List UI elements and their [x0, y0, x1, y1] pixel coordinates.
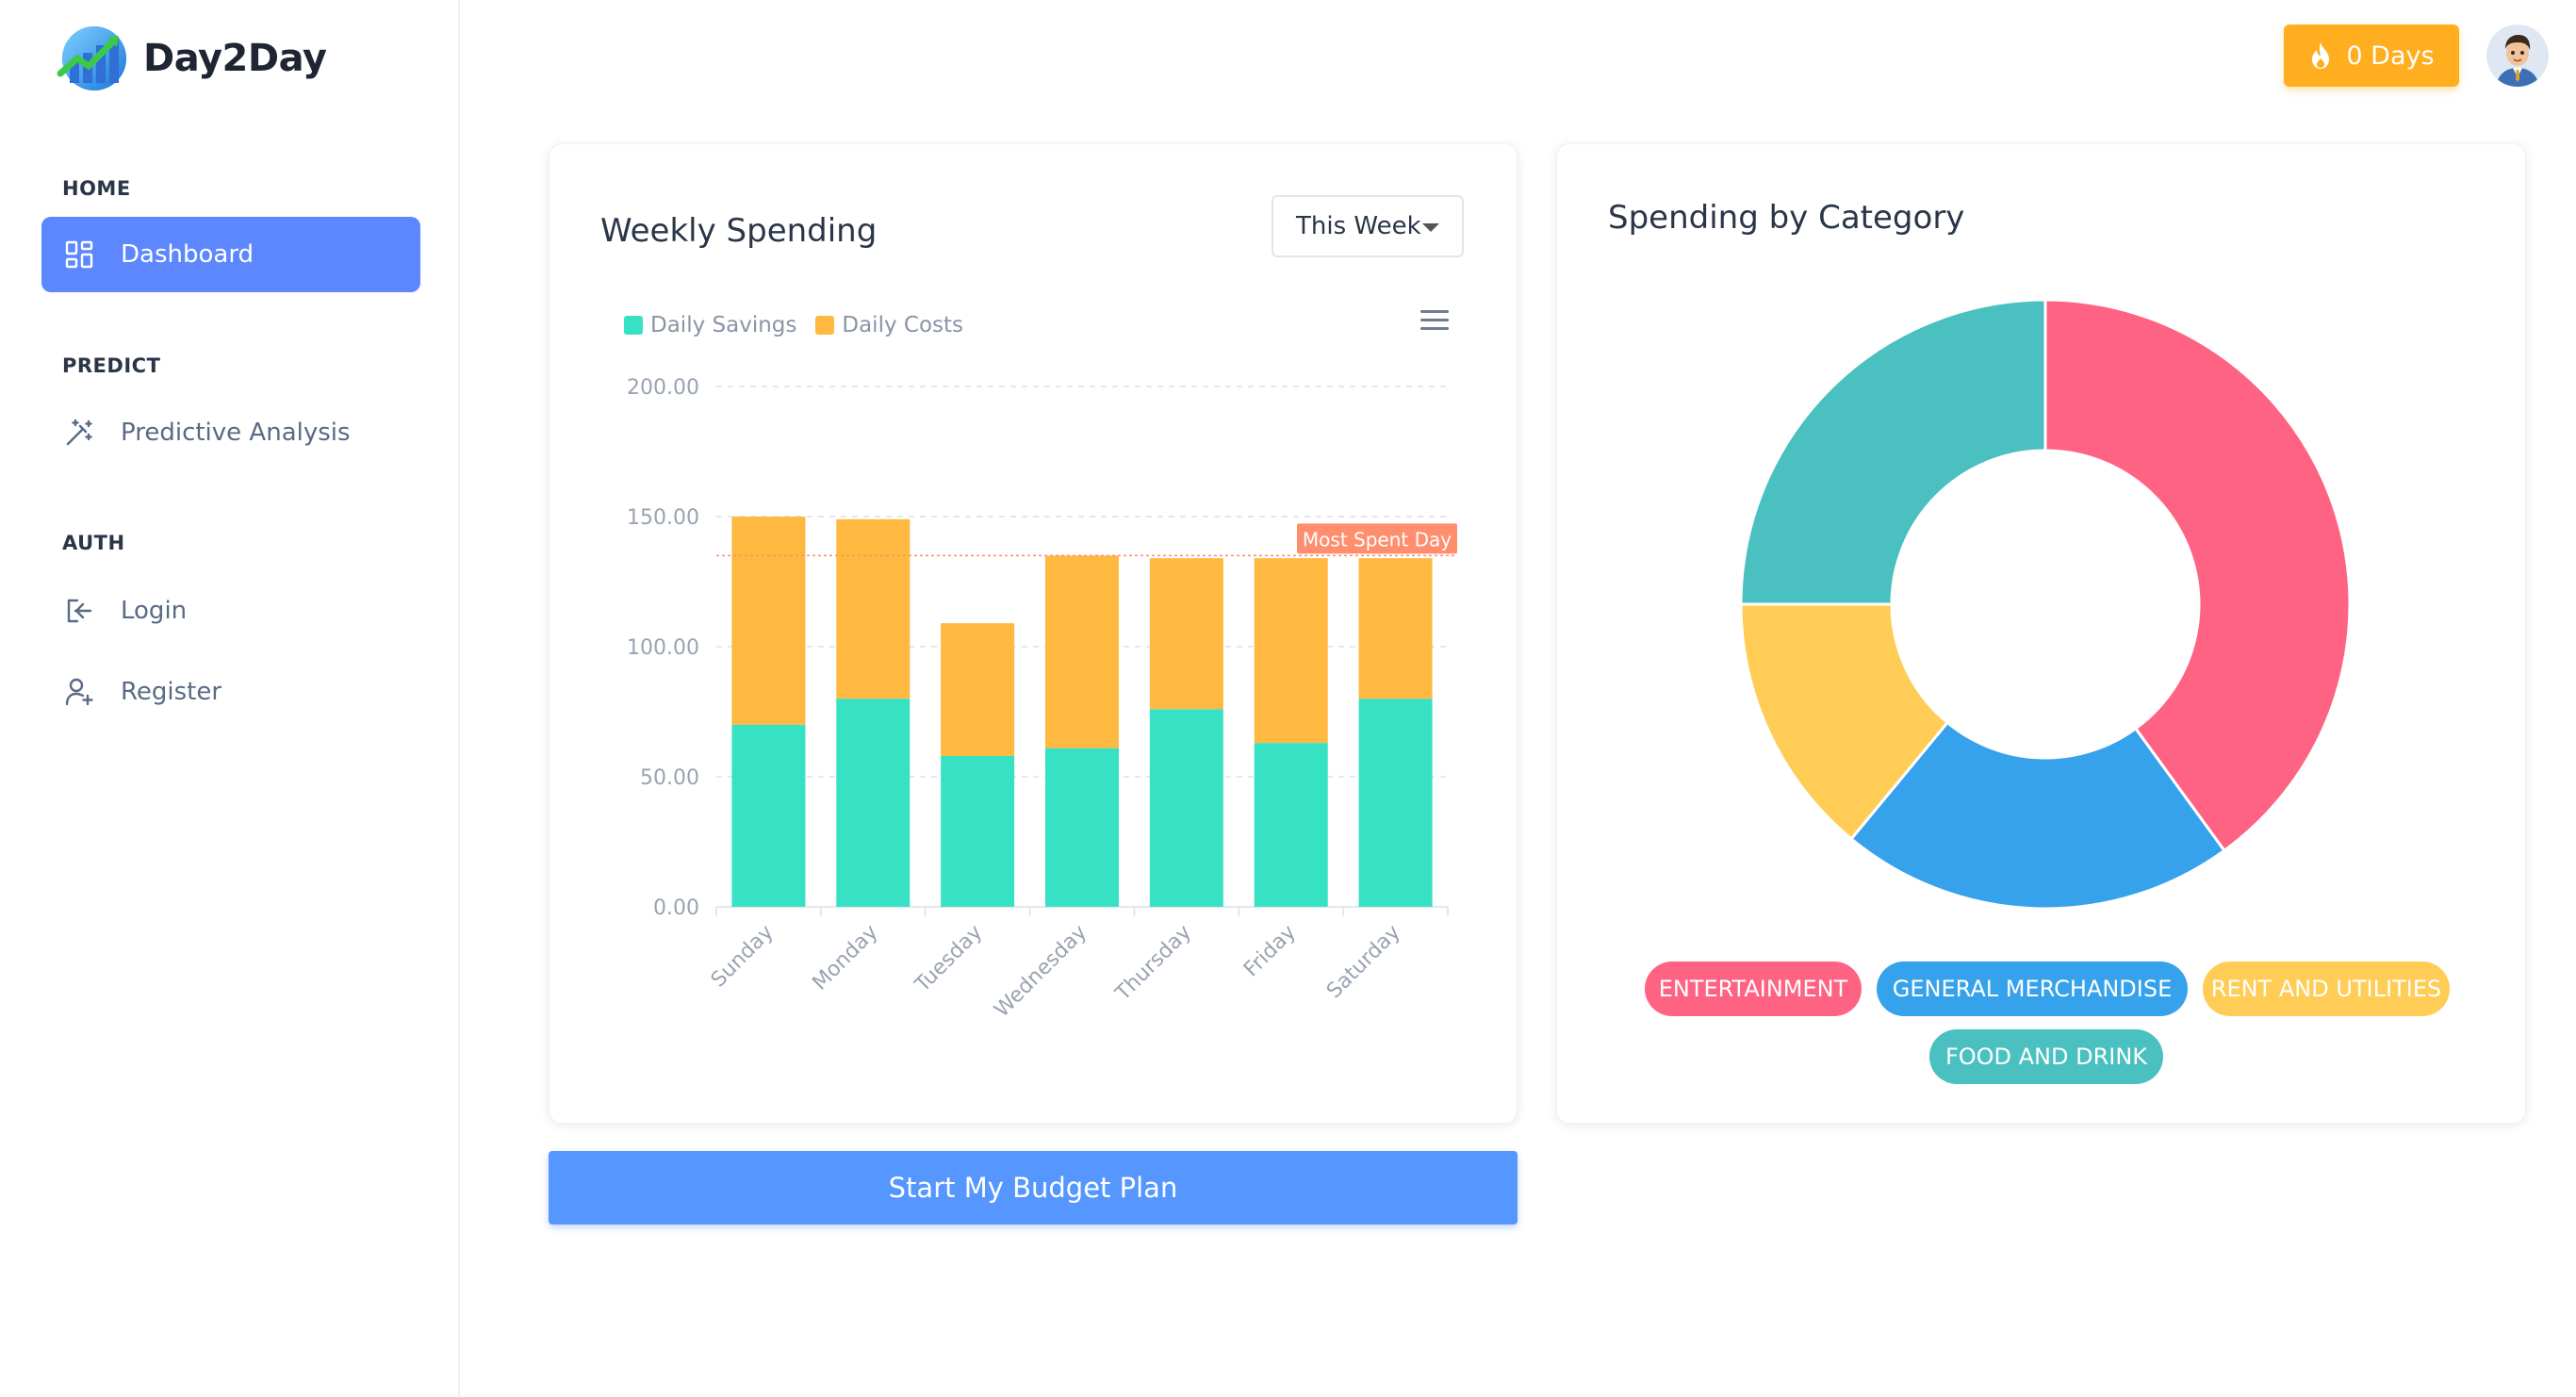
bar-daily-costs[interactable]: [941, 623, 1015, 756]
legend-pill-rent-and-utilities[interactable]: RENT AND UTILITIES: [2203, 961, 2450, 1016]
bar-daily-savings[interactable]: [836, 698, 911, 907]
legend-pill-entertainment[interactable]: ENTERTAINMENT: [1645, 961, 1862, 1016]
legend-pill-food-and-drink[interactable]: FOOD AND DRINK: [1929, 1029, 2163, 1084]
x-tick-label: Saturday: [1322, 921, 1405, 1004]
bar-daily-savings[interactable]: [941, 755, 1015, 907]
donut-slice-food-and-drink[interactable]: [1739, 298, 2047, 606]
start-budget-plan-button[interactable]: Start My Budget Plan: [549, 1151, 1518, 1224]
bar-daily-costs[interactable]: [836, 518, 911, 699]
most-spent-label: Most Spent Day: [1303, 528, 1452, 551]
y-tick-label: 200.00: [627, 376, 699, 400]
y-tick-label: 0.00: [653, 896, 699, 920]
cta-label: Start My Budget Plan: [888, 1172, 1178, 1204]
y-tick-label: 150.00: [627, 506, 699, 530]
x-tick-label: Sunday: [707, 921, 779, 993]
y-tick-label: 100.00: [627, 636, 699, 660]
bar-daily-savings[interactable]: [1149, 709, 1223, 907]
bar-daily-costs[interactable]: [1149, 558, 1223, 710]
legend-pill-general-merchandise[interactable]: GENERAL MERCHANDISE: [1877, 961, 2188, 1016]
bar-daily-costs[interactable]: [1254, 558, 1328, 744]
bar-daily-savings[interactable]: [731, 724, 806, 907]
bar-daily-savings[interactable]: [1358, 698, 1433, 907]
y-tick-label: 50.00: [640, 766, 699, 790]
bar-daily-costs[interactable]: [731, 517, 806, 725]
bar-daily-savings[interactable]: [1254, 743, 1328, 907]
x-tick-label: Wednesday: [990, 921, 1091, 1023]
bar-daily-costs[interactable]: [1045, 555, 1119, 748]
x-tick-label: Friday: [1239, 921, 1301, 982]
bar-daily-costs[interactable]: [1358, 558, 1433, 699]
x-tick-label: Tuesday: [911, 921, 988, 998]
x-tick-label: Monday: [808, 921, 882, 995]
bar-daily-savings[interactable]: [1045, 748, 1119, 907]
x-tick-label: Thursday: [1110, 921, 1196, 1007]
